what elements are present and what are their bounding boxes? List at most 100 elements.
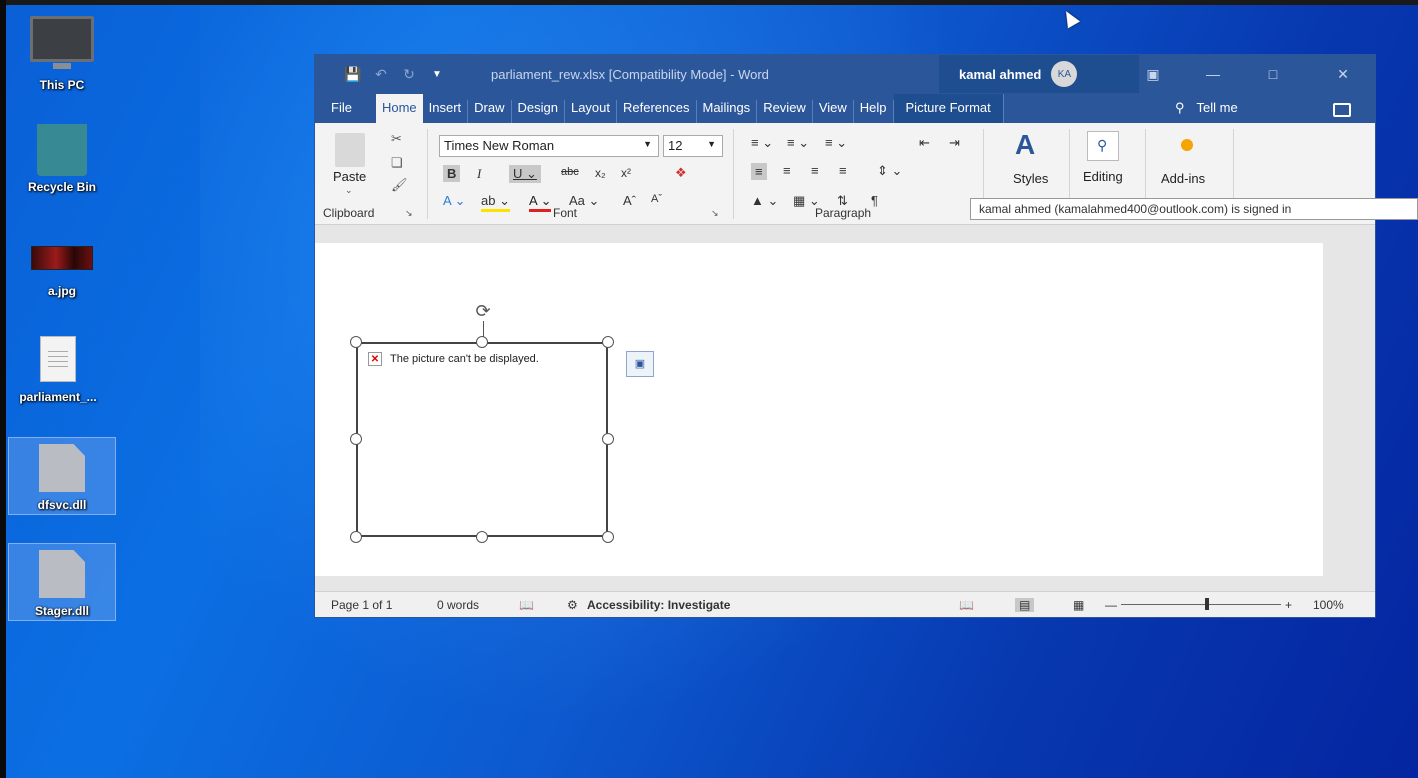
clipboard-launcher-icon[interactable]: ↘: [405, 208, 413, 219]
numbering-icon[interactable]: ≡ ⌄: [787, 135, 809, 151]
minimize-button[interactable]: —: [1195, 55, 1231, 93]
tab-insert[interactable]: Insert: [423, 100, 469, 123]
bullets-icon[interactable]: ≡ ⌄: [751, 135, 773, 151]
tell-me-search[interactable]: ⚲ Tell me: [1175, 100, 1238, 116]
italic-button[interactable]: I: [477, 166, 481, 182]
word-count[interactable]: 0 words: [437, 598, 479, 612]
desktop-icon-a-jpg[interactable]: a.jpg: [8, 240, 116, 298]
layout-options-icon[interactable]: ▣: [626, 351, 654, 377]
zoom-slider[interactable]: [1121, 604, 1281, 605]
add-ins-icon[interactable]: [1181, 139, 1193, 151]
shading-icon[interactable]: ▲ ⌄: [751, 193, 778, 209]
font-size-select[interactable]: 12 ▼: [663, 135, 723, 157]
highlight-icon[interactable]: ab ⌄: [481, 193, 510, 212]
add-ins-button[interactable]: Add-ins: [1161, 171, 1205, 186]
decrease-indent-icon[interactable]: ⇤: [919, 135, 930, 151]
accessibility-status[interactable]: Accessibility: Investigate: [587, 598, 730, 612]
desktop-icon-recycle-bin[interactable]: Recycle Bin: [8, 118, 116, 194]
paste-button[interactable]: Paste: [333, 169, 366, 184]
tab-design[interactable]: Design: [512, 100, 565, 123]
rotate-handle-icon[interactable]: ⟳: [472, 300, 494, 322]
save-icon[interactable]: 💾: [339, 66, 367, 83]
copy-icon[interactable]: ❏: [391, 155, 403, 171]
desktop-icon-dfsvc-dll[interactable]: dfsvc.dll: [8, 437, 116, 515]
customize-toolbar-icon[interactable]: ▼: [423, 69, 451, 80]
tab-help[interactable]: Help: [854, 100, 894, 123]
redo-icon[interactable]: ↻: [395, 66, 423, 83]
cut-icon[interactable]: ✂: [391, 131, 402, 147]
align-center-icon[interactable]: ≡: [783, 163, 791, 178]
resize-handle-bottom-right[interactable]: [602, 531, 614, 543]
justify-icon[interactable]: ≡: [839, 163, 847, 178]
line-spacing-icon[interactable]: ⇕ ⌄: [877, 163, 902, 179]
tab-references[interactable]: References: [617, 100, 697, 123]
close-button[interactable]: ✕: [1325, 55, 1361, 93]
print-layout-icon[interactable]: ▤: [1015, 598, 1035, 612]
tab-home[interactable]: Home: [375, 94, 423, 123]
search-icon[interactable]: ⚲: [1087, 131, 1119, 161]
grow-font-icon[interactable]: Aˆ: [623, 193, 636, 208]
desktop-icon-label: Recycle Bin: [27, 180, 97, 194]
subscript-button[interactable]: x₂: [595, 166, 606, 180]
desktop-icon-this-pc[interactable]: This PC: [8, 10, 116, 92]
clear-formatting-icon[interactable]: ❖: [675, 165, 687, 181]
ribbon-display-options-icon[interactable]: ▣: [1135, 55, 1171, 93]
increase-indent-icon[interactable]: ⇥: [949, 135, 960, 151]
show-formatting-icon[interactable]: ¶: [871, 193, 878, 208]
align-right-icon[interactable]: ≡: [811, 163, 819, 178]
zoom-in-button[interactable]: +: [1285, 598, 1292, 612]
desktop-icon-stager-dll[interactable]: Stager.dll: [8, 543, 116, 621]
zoom-level[interactable]: 100%: [1313, 598, 1344, 612]
document-page[interactable]: ⟳ ✕ The picture can't be displayed. ▣: [315, 243, 1323, 576]
tab-layout[interactable]: Layout: [565, 100, 618, 123]
tab-file[interactable]: File: [315, 100, 376, 123]
accessibility-icon[interactable]: ⚙: [567, 598, 578, 612]
account-button[interactable]: kamal ahmed KA: [939, 55, 1139, 93]
font-name-select[interactable]: Times New Roman ▼: [439, 135, 659, 157]
desktop-icon-parliament-doc[interactable]: parliament_...: [4, 330, 112, 404]
format-painter-icon[interactable]: 🖌: [391, 177, 408, 193]
underline-button[interactable]: U ⌄: [509, 165, 541, 183]
zoom-out-button[interactable]: —: [1105, 598, 1117, 612]
web-layout-icon[interactable]: ▦: [1073, 598, 1084, 612]
desktop-icon-label: This PC: [39, 78, 85, 92]
resize-handle-top-left[interactable]: [350, 336, 362, 348]
styles-button[interactable]: Styles: [1013, 171, 1048, 186]
bold-button[interactable]: B: [443, 165, 461, 182]
font-launcher-icon[interactable]: ↘: [711, 208, 719, 219]
superscript-button[interactable]: x²: [621, 166, 631, 180]
zoom-slider-thumb[interactable]: [1205, 598, 1209, 610]
multilevel-list-icon[interactable]: ≡ ⌄: [825, 135, 847, 151]
tab-draw[interactable]: Draw: [468, 100, 512, 123]
page-count[interactable]: Page 1 of 1: [331, 598, 392, 612]
resize-handle-top[interactable]: [476, 336, 488, 348]
title-bar: 💾 ↶ ↻ ▼ parliament_rew.xlsx [Compatibili…: [315, 55, 1375, 93]
resize-handle-bottom[interactable]: [476, 531, 488, 543]
font-color-icon[interactable]: A ⌄: [529, 193, 552, 212]
chevron-down-icon: ▼: [707, 139, 716, 149]
paste-dropdown-icon[interactable]: ⌄: [345, 185, 353, 196]
paste-icon[interactable]: [335, 133, 365, 167]
resize-handle-right[interactable]: [602, 433, 614, 445]
picture-placeholder[interactable]: ✕ The picture can't be displayed.: [356, 342, 608, 537]
undo-icon[interactable]: ↶: [367, 66, 395, 83]
strikethrough-button[interactable]: abc: [561, 166, 579, 178]
align-left-icon[interactable]: ≡: [751, 163, 767, 180]
maximize-button[interactable]: □: [1255, 55, 1291, 93]
text-effects-icon[interactable]: A ⌄: [443, 193, 465, 209]
proofing-icon[interactable]: 📖: [519, 598, 534, 612]
shrink-font-icon[interactable]: Aˇ: [651, 193, 662, 205]
tab-view[interactable]: View: [813, 100, 854, 123]
font-size-value: 12: [668, 138, 683, 153]
editing-button[interactable]: Editing: [1083, 169, 1123, 184]
resize-handle-top-right[interactable]: [602, 336, 614, 348]
resize-handle-bottom-left[interactable]: [350, 531, 362, 543]
tab-picture-format[interactable]: Picture Format: [893, 94, 1004, 123]
read-mode-icon[interactable]: 📖: [959, 598, 974, 612]
comments-icon[interactable]: [1333, 103, 1351, 117]
tab-mailings[interactable]: Mailings: [697, 100, 758, 123]
dll-file-icon: [39, 444, 85, 492]
styles-icon[interactable]: A: [1015, 129, 1035, 161]
resize-handle-left[interactable]: [350, 433, 362, 445]
tab-review[interactable]: Review: [757, 100, 813, 123]
